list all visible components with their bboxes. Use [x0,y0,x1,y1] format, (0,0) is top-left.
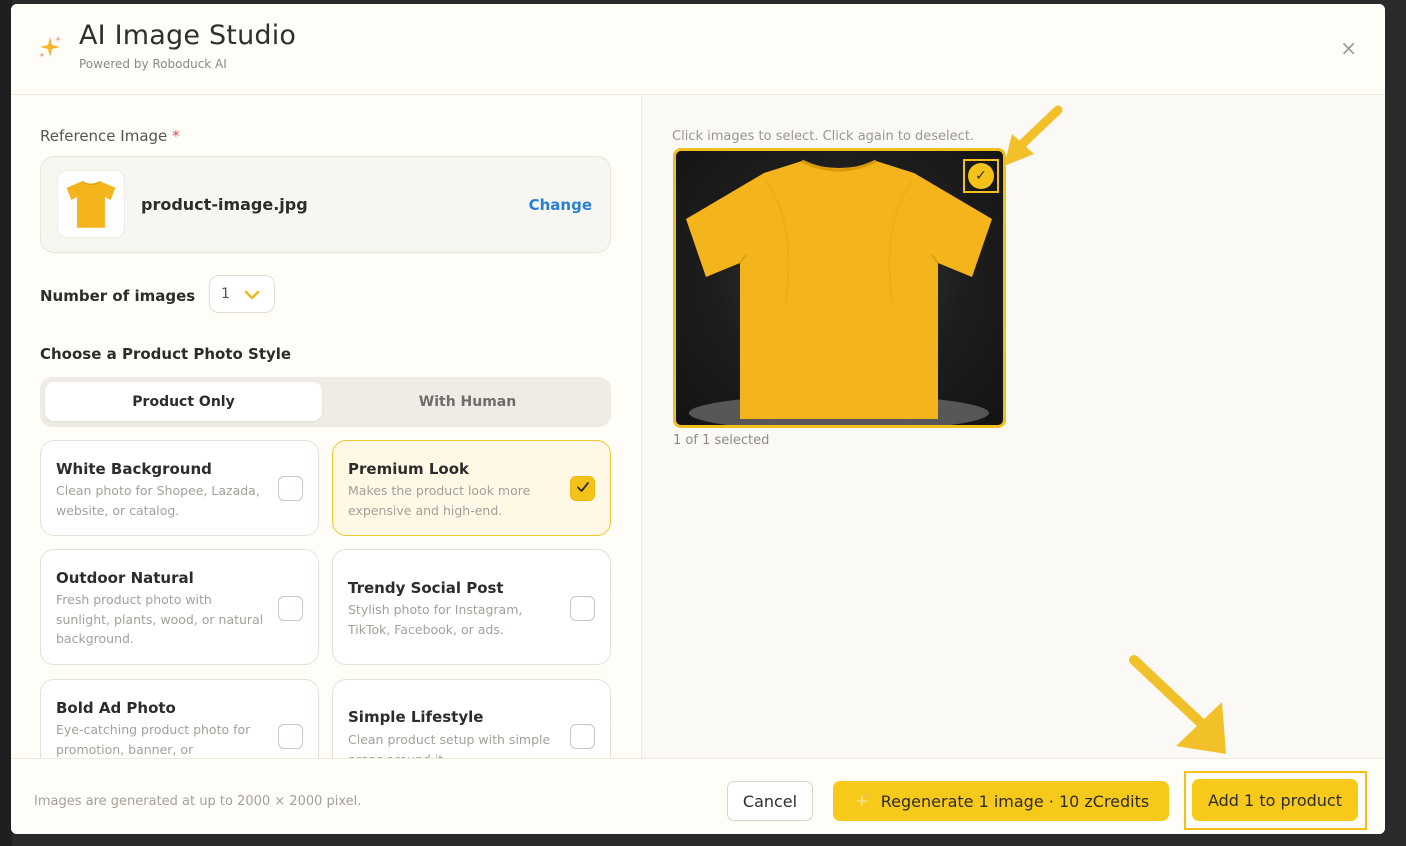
style-option-desc: Fresh product photo with sunlight, plant… [56,592,264,646]
style-option-title: Bold Ad Photo [56,699,176,717]
modal-title: AI Image Studio [79,20,297,51]
style-option-outdoor-natural[interactable]: Outdoor Natural Fresh product photo with… [40,549,319,665]
style-option-checkbox[interactable] [570,724,595,749]
reference-image-label: Reference Image * [40,127,180,145]
style-option-title: Simple Lifestyle [348,708,484,726]
style-option-checkbox[interactable] [278,596,303,621]
style-option-desc: Eye-catching product photo for promotion… [56,722,251,757]
reference-thumbnail [57,170,125,238]
style-option-title: White Background [56,460,212,478]
style-option-bold-ad-photo[interactable]: Bold Ad Photo Eye-catching product photo… [40,679,319,758]
generated-image-card[interactable]: ✓ [673,148,1006,428]
style-option-checkbox[interactable] [278,476,303,501]
style-option-title: Outdoor Natural [56,569,194,587]
tab-product-only[interactable]: Product Only [45,382,322,421]
style-option-simple-lifestyle[interactable]: Simple Lifestyle Clean product setup wit… [332,679,611,758]
number-of-images-label: Number of images [40,287,196,305]
close-icon[interactable]: × [1340,36,1357,60]
style-option-checkbox[interactable] [570,596,595,621]
sparkle-icon [853,792,871,810]
regenerate-label: Regenerate 1 image · 10 zCredits [880,791,1150,811]
style-tabs: Product Only With Human [40,377,611,427]
required-mark: * [172,127,180,145]
style-option-checkbox[interactable] [570,476,595,501]
add-to-product-button[interactable]: Add 1 to product [1192,779,1358,821]
reference-image-label-text: Reference Image [40,127,168,145]
regenerate-button[interactable]: Regenerate 1 image · 10 zCredits [833,781,1169,821]
style-option-title: Trendy Social Post [348,579,504,597]
style-option-trendy-social-post[interactable]: Trendy Social Post Stylish photo for Ins… [332,549,611,665]
style-option-premium-look[interactable]: Premium Look Makes the product look more… [332,440,611,536]
style-option-desc: Clean photo for Shopee, Lazada, website,… [56,483,260,518]
reference-file-name: product-image.jpg [141,195,308,214]
ai-image-studio-modal: AI Image Studio Powered by Roboduck AI ×… [11,4,1385,834]
chevron-down-icon [244,287,260,306]
style-option-title: Premium Look [348,460,470,478]
number-of-images-value: 1 [221,286,230,302]
style-option-desc: Stylish photo for Instagram, TikTok, Fac… [348,602,523,637]
selected-count: 1 of 1 selected [673,433,770,448]
change-reference-button[interactable]: Change [529,196,592,214]
style-option-desc: Clean product setup with simple props ar… [348,732,551,758]
selection-check-toggle[interactable]: ✓ [963,159,999,193]
check-icon [576,479,590,498]
modal-footer: Images are generated at up to 2000 × 200… [11,758,1385,834]
tshirt-icon [686,159,992,425]
style-option-white-background[interactable]: White Background Clean photo for Shopee,… [40,440,319,536]
check-icon: ✓ [968,163,994,189]
results-panel: Click images to select. Click again to d… [642,96,1385,758]
number-of-images-select[interactable]: 1 [209,275,275,313]
style-option-checkbox[interactable] [278,724,303,749]
reference-image-card: product-image.jpg Change [40,156,611,253]
style-option-desc: Makes the product look more expensive an… [348,483,531,518]
tab-with-human[interactable]: With Human [329,382,606,421]
selection-hint: Click images to select. Click again to d… [672,129,975,144]
modal-header: AI Image Studio Powered by Roboduck AI × [11,4,1385,95]
tshirt-icon [66,180,116,228]
resolution-note: Images are generated at up to 2000 × 200… [34,794,362,809]
sparkle-icon [37,34,63,60]
modal-subtitle: Powered by Roboduck AI [79,57,227,71]
check-glyph: ✓ [975,168,987,184]
settings-panel: Reference Image * product-image.jpg Chan… [11,96,641,758]
cancel-button[interactable]: Cancel [727,781,813,821]
photo-style-label: Choose a Product Photo Style [40,345,292,363]
